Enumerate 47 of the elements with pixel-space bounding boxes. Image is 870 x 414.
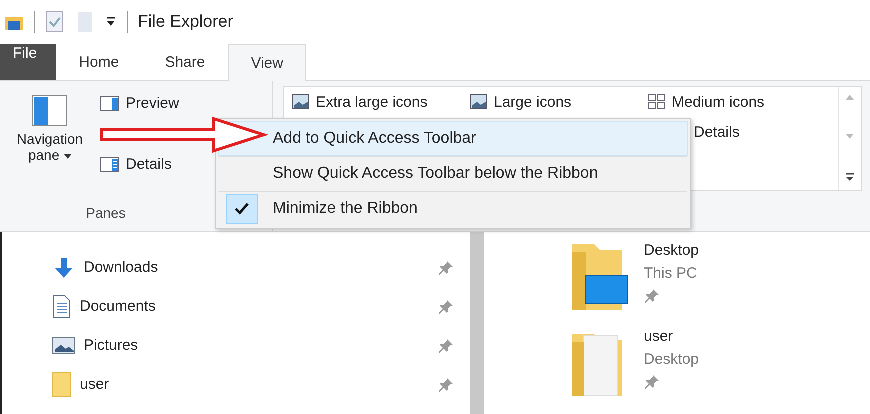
ribbon-tab[interactable]: View xyxy=(228,44,306,81)
file-name[interactable]: user xyxy=(644,328,700,345)
caret-icon xyxy=(64,154,72,160)
pin-icon[interactable] xyxy=(644,374,660,390)
file-location: This PC xyxy=(644,265,698,282)
navigation-pane-button[interactable]: Navigation pane xyxy=(0,95,100,205)
navigation-pane-icon xyxy=(32,95,68,127)
download-icon xyxy=(52,256,76,280)
layout-option[interactable]: Extra large icons xyxy=(292,87,470,117)
details-pane-icon xyxy=(100,156,120,172)
folder-icon xyxy=(52,372,72,398)
grid-icon xyxy=(648,94,666,110)
window-title: File Explorer xyxy=(138,12,234,32)
ribbon-tab[interactable]: Home xyxy=(56,44,142,80)
group-label: Panes xyxy=(85,205,127,223)
customize-toolbar-icon[interactable] xyxy=(105,16,117,28)
picture-icon xyxy=(52,336,76,356)
menu-item[interactable]: Add to Quick Access Toolbar xyxy=(218,121,688,156)
nav-item[interactable]: user xyxy=(80,376,438,393)
expand-gallery-icon[interactable] xyxy=(845,172,855,182)
file-menu-tab[interactable]: File xyxy=(0,44,56,80)
pin-icon[interactable] xyxy=(438,338,454,354)
details-pane-button[interactable]: Details xyxy=(100,156,180,173)
file-name[interactable]: Desktop xyxy=(644,242,700,259)
pin-icon[interactable] xyxy=(438,298,454,314)
scroll-bar[interactable] xyxy=(470,232,484,414)
document-icon xyxy=(52,294,72,318)
nav-item[interactable]: Pictures xyxy=(84,337,438,354)
pin-icon[interactable] xyxy=(438,376,454,392)
desktop-folder-icon xyxy=(570,242,630,312)
image-icon xyxy=(470,94,488,110)
menu-item[interactable]: Show Quick Access Toolbar below the Ribbon xyxy=(218,156,688,191)
image-icon xyxy=(292,94,310,110)
menu-item[interactable]: Minimize the Ribbon xyxy=(218,191,688,226)
layout-option[interactable]: Large icons xyxy=(470,87,648,117)
preview-pane-icon xyxy=(100,96,120,112)
layout-option[interactable]: Medium icons xyxy=(648,87,838,117)
nav-item[interactable]: Documents xyxy=(80,298,438,315)
pin-icon[interactable] xyxy=(438,260,454,276)
preview-pane-button[interactable]: Preview xyxy=(100,95,180,112)
scroll-down-icon[interactable] xyxy=(846,134,854,140)
nav-item[interactable]: Downloads xyxy=(84,259,438,276)
ribbon-tab[interactable]: Share xyxy=(142,44,228,80)
properties-icon[interactable] xyxy=(45,11,65,33)
scroll-up-icon[interactable] xyxy=(846,95,854,101)
file-location: Desktop xyxy=(644,351,700,368)
pin-icon[interactable] xyxy=(644,288,660,304)
